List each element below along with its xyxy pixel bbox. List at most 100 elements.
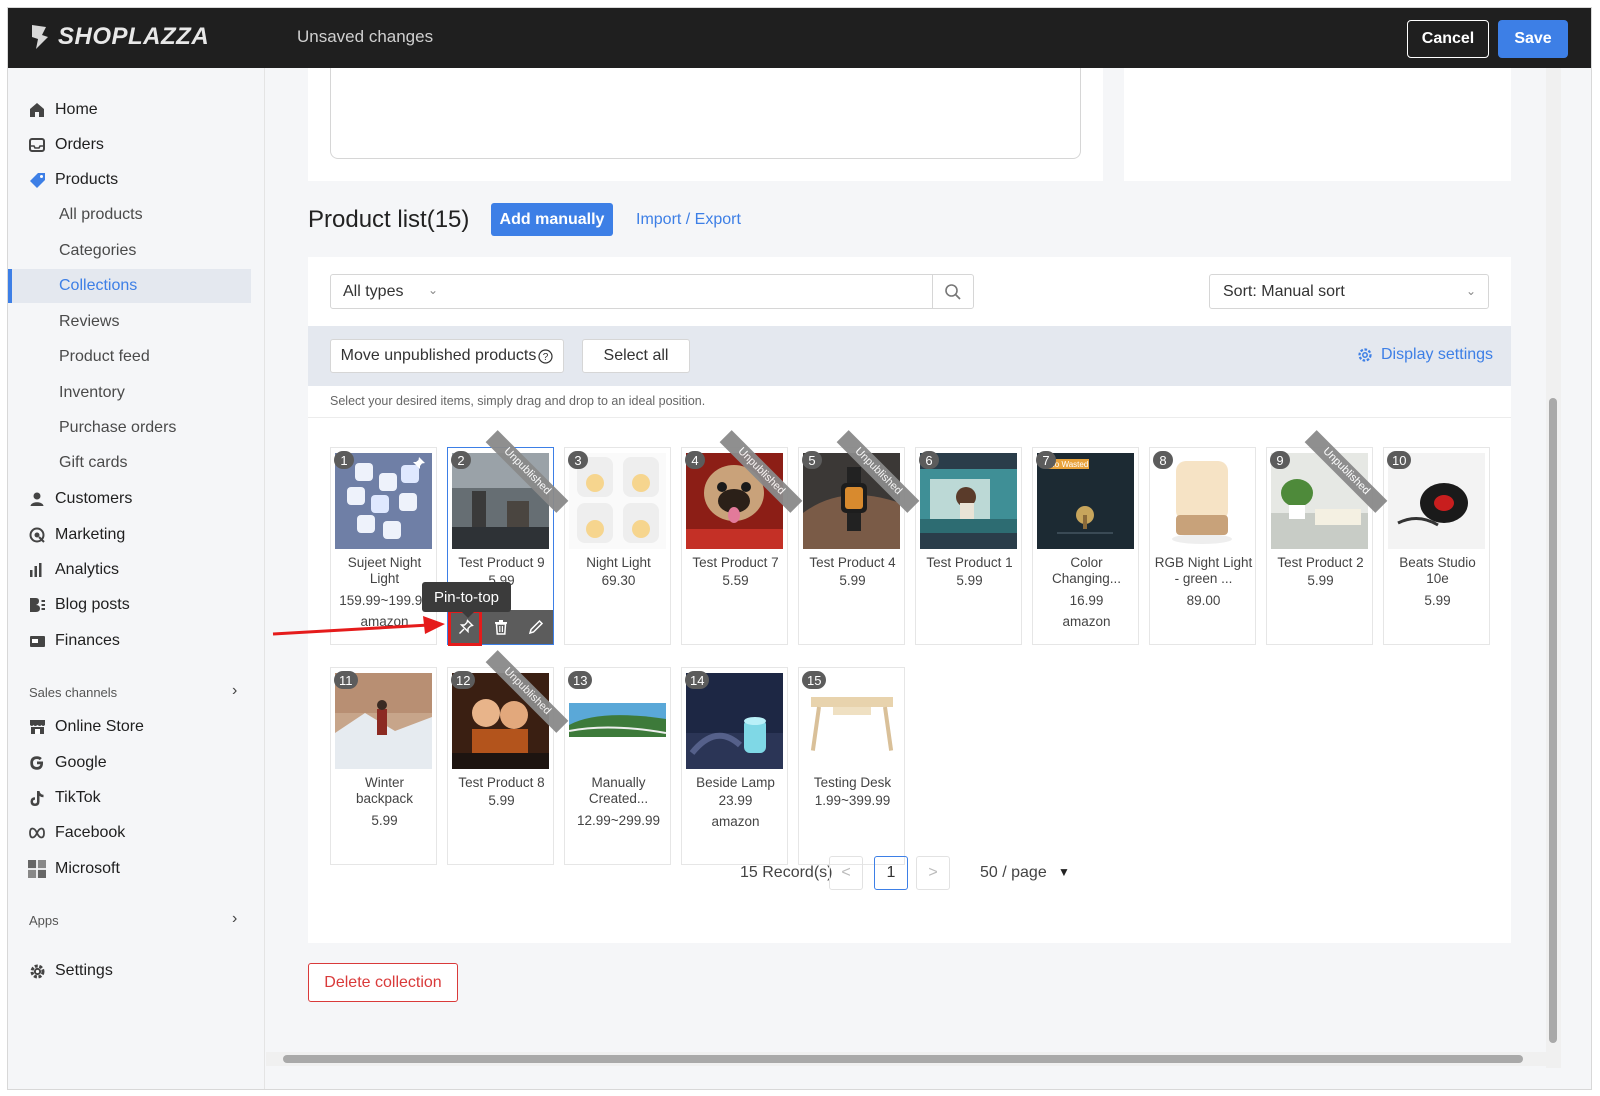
sidebar-sub-inventory[interactable]: Inventory <box>8 376 251 410</box>
position-badge: 6 <box>919 451 939 469</box>
product-price: 5.59 <box>722 573 749 588</box>
product-name: Color Changing... <box>1051 555 1122 586</box>
vertical-scrollbar[interactable] <box>1546 68 1561 1068</box>
sidebar-item-google[interactable]: Google <box>8 748 251 778</box>
select-all-button[interactable]: Select all <box>582 339 690 373</box>
sidebar-item-blog-posts[interactable]: Blog posts <box>8 590 251 620</box>
search-input[interactable] <box>450 274 933 309</box>
product-tile[interactable]: 11 Winter backpack 5.99 <box>330 667 437 865</box>
home-icon <box>28 101 46 119</box>
position-badge: 13 <box>568 671 593 689</box>
product-price: 5.99 <box>488 793 515 808</box>
move-unpublished-button[interactable]: Move unpublished products ? <box>330 339 564 373</box>
product-name: Test Product 1 <box>926 555 1013 570</box>
horizontal-scrollbar[interactable] <box>266 1052 1546 1066</box>
delete-product-button[interactable] <box>486 612 516 642</box>
product-name: Test Product 9 <box>458 555 545 570</box>
list-toolbar: Move unpublished products ? Select all D… <box>308 326 1511 386</box>
prev-page-button[interactable]: < <box>829 856 863 890</box>
divider <box>308 417 1511 418</box>
sidebar-sub-label: Inventory <box>59 384 125 401</box>
sidebar-item-tiktok[interactable]: TikTok <box>8 783 251 813</box>
product-tile[interactable]: 5 Unpublished Test Product 4 5.99 <box>798 430 920 645</box>
sidebar-sub-label: Collections <box>59 277 138 294</box>
main-content: Product list(15) Add manually Import / E… <box>266 68 1546 1068</box>
product-tile[interactable]: 3 Night Light 69.30 <box>564 447 671 645</box>
product-tile[interactable]: 9 Unpublished Test Product 2 5.99 <box>1266 430 1388 645</box>
page-size-select[interactable]: 50 / page <box>980 864 1047 882</box>
product-price: 23.99 <box>718 793 753 808</box>
sidebar-item-label: Marketing <box>55 526 126 543</box>
product-name: Test Product 8 <box>458 775 545 790</box>
sidebar-sub-gift-cards[interactable]: Gift cards <box>8 446 251 480</box>
product-tile[interactable]: 12 Unpublished Test Product 8 5.99 <box>447 650 569 865</box>
microsoft-icon <box>28 860 46 878</box>
product-tile[interactable]: 15 Testing Desk 1.99~399.99 <box>798 667 905 865</box>
add-manually-button[interactable]: Add manually <box>491 203 613 236</box>
sidebar-item-finances[interactable]: Finances <box>8 626 251 656</box>
product-tile[interactable]: 13 Manually Created... 12.99~299.99 <box>564 667 671 865</box>
svg-text:?: ? <box>543 352 549 363</box>
position-badge: 15 <box>802 671 827 689</box>
sidebar-item-analytics[interactable]: Analytics <box>8 555 251 585</box>
sidebar-sub-categories[interactable]: Categories <box>8 234 251 268</box>
import-export-link[interactable]: Import / Export <box>636 211 741 229</box>
sidebar-item-microsoft[interactable]: Microsoft <box>8 854 251 884</box>
current-page-button[interactable]: 1 <box>874 856 908 890</box>
sidebar-item-products[interactable]: Products <box>8 165 251 195</box>
search-icon <box>945 283 961 300</box>
scrollbar-thumb[interactable] <box>283 1055 1523 1063</box>
sidebar-sub-product-feed[interactable]: Product feed <box>8 340 251 374</box>
sidebar-sub-purchase-orders[interactable]: Purchase orders <box>8 411 251 445</box>
sidebar-sub-collections[interactable]: Collections <box>8 269 251 303</box>
sales-channels-header[interactable]: Sales channels <box>29 685 117 700</box>
product-price: 5.99 <box>371 813 398 828</box>
product-price: 5.99 <box>839 573 866 588</box>
tag-icon <box>28 171 46 189</box>
chevron-right-icon[interactable]: › <box>232 682 237 700</box>
delete-collection-button[interactable]: Delete collection <box>308 963 458 1002</box>
product-tile[interactable]: 10 Beats Studio 10e 5.99 <box>1383 447 1490 645</box>
product-price: 5.99 <box>1307 573 1334 588</box>
edit-product-button[interactable] <box>521 612 551 642</box>
sort-select[interactable]: Sort: Manual sort ⌄ <box>1209 274 1489 309</box>
next-page-button[interactable]: > <box>916 856 950 890</box>
sidebar-item-label: Orders <box>55 136 104 153</box>
side-card <box>1124 68 1511 181</box>
product-tile[interactable]: 7 No Wasted Color Changing... 16.99 amaz… <box>1032 447 1139 645</box>
product-tile[interactable]: 6 Test Product 1 5.99 <box>915 447 1022 645</box>
cancel-button[interactable]: Cancel <box>1407 20 1489 58</box>
display-settings-link[interactable]: Display settings <box>1357 346 1493 364</box>
sidebar-item-settings[interactable]: Settings <box>8 956 251 986</box>
type-select[interactable]: All types ⌄ <box>330 274 451 309</box>
wallet-icon <box>28 632 46 650</box>
record-count: 15 Record(s) <box>740 864 833 881</box>
sidebar-sub-all-products[interactable]: All products <box>8 198 251 232</box>
sidebar-sub-reviews[interactable]: Reviews <box>8 305 251 339</box>
sidebar-item-orders[interactable]: Orders <box>8 130 251 160</box>
product-tile[interactable]: 8 RGB Night Light - green ... 89.00 <box>1149 447 1256 645</box>
sidebar-item-customers[interactable]: Customers <box>8 484 251 514</box>
sidebar-item-online-store[interactable]: Online Store <box>8 712 251 742</box>
sidebar-item-facebook[interactable]: Facebook <box>8 818 251 848</box>
caret-down-icon[interactable]: ▼ <box>1058 865 1070 879</box>
help-icon[interactable]: ? <box>538 348 553 364</box>
sidebar-item-label: Analytics <box>55 561 120 578</box>
search-button[interactable] <box>932 274 974 309</box>
product-name: Testing Desk <box>813 775 892 790</box>
chevron-right-icon[interactable]: › <box>232 910 237 928</box>
position-badge: 14 <box>685 671 710 689</box>
sidebar-item-label: Home <box>55 101 98 118</box>
sidebar-item-home[interactable]: Home <box>8 95 251 125</box>
product-price: 5.99 <box>1424 593 1451 608</box>
scrollbar-thumb[interactable] <box>1549 398 1557 1043</box>
sidebar-item-marketing[interactable]: Marketing <box>8 520 251 550</box>
product-tile[interactable]: 14 Beside Lamp 23.99 amazon <box>681 667 788 865</box>
shoplazza-logo[interactable]: SHOPLAZZA <box>28 23 209 51</box>
pin-icon <box>458 619 474 634</box>
position-badge: 3 <box>568 451 588 469</box>
product-tile[interactable]: 4 Unpublished Test Product 7 5.59 <box>681 430 803 645</box>
description-editor[interactable] <box>330 68 1081 159</box>
apps-header[interactable]: Apps <box>29 913 59 928</box>
save-button[interactable]: Save <box>1498 20 1568 58</box>
